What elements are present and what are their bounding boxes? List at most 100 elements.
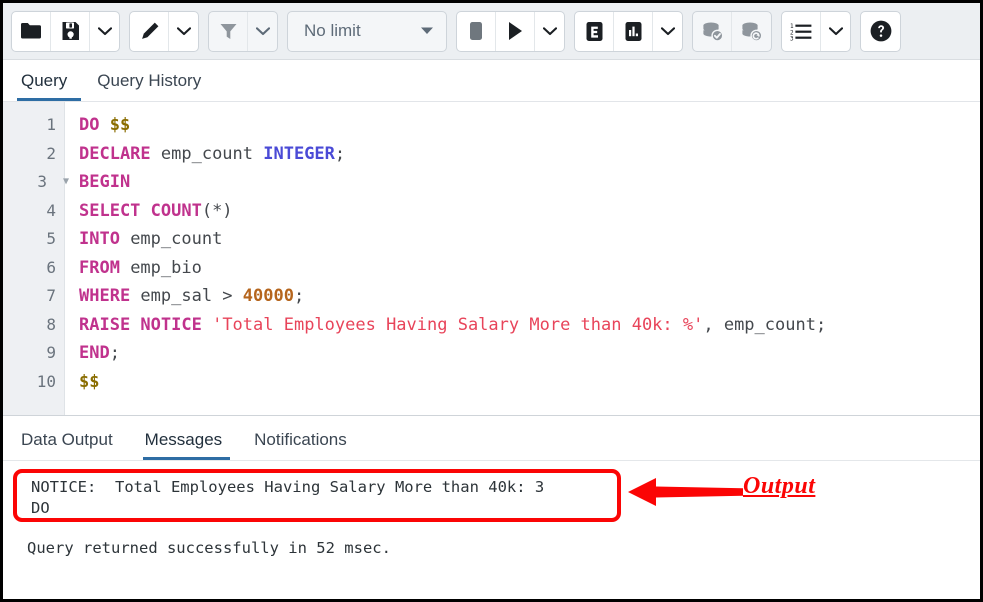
rollback-button[interactable] [732,12,771,51]
transaction-button-group [692,11,772,52]
save-file-button[interactable] [51,12,90,51]
tab-query-history[interactable]: Query History [93,68,215,101]
tab-data-output[interactable]: Data Output [19,427,121,460]
line-number-2: 2 [3,140,64,169]
left-arrow-annotation-icon [628,475,743,509]
tab-query-label: Query [21,71,67,90]
tab-notifications-label: Notifications [254,430,347,449]
token-kw: RAISE NOTICE [79,315,202,335]
sql-code-area[interactable]: DO $$DECLARE emp_count INTEGER;BEGINSELE… [65,102,980,415]
explain-options-caret[interactable] [653,12,682,51]
macros-caret[interactable] [821,12,850,51]
commit-button[interactable] [693,12,732,51]
edit-options-caret[interactable] [169,12,198,51]
edit-button[interactable] [130,12,169,51]
code-line-9: END; [79,339,980,368]
chevron-down-icon [98,27,112,36]
tab-query[interactable]: Query [17,68,81,101]
token-pun [202,315,212,335]
output-annotation-label: Output [743,473,815,500]
file-button-group [11,11,120,52]
line-number-1: 1 [3,111,64,140]
execute-button-group [456,11,565,52]
pgadmin-query-tool-window: No limit [0,0,983,602]
line-number-4: 4 [3,197,64,226]
code-line-6: FROM emp_bio [79,254,980,283]
code-line-10: $$ [79,368,980,397]
token-id: emp_sal > [130,286,243,306]
stop-button[interactable] [457,12,496,51]
explain-analyze-chart-icon [624,21,643,42]
macros-button-group: 1 2 3 [781,11,851,52]
line-number-5: 5 [3,225,64,254]
save-options-caret[interactable] [90,12,119,51]
filter-button[interactable] [209,12,248,51]
tab-messages[interactable]: Messages [143,427,230,460]
code-line-2: DECLARE emp_count INTEGER; [79,140,980,169]
floppy-save-icon [61,21,80,41]
tab-notifications[interactable]: Notifications [252,427,355,460]
tab-messages-label: Messages [145,430,222,449]
database-rollback-icon [740,21,763,42]
code-line-3: BEGIN [79,168,980,197]
output-tabstrip: Data Output Messages Notifications [3,416,980,461]
edit-button-group [129,11,199,52]
token-kw: INTO [79,229,120,249]
token-kw: BEGIN [79,172,130,192]
filter-options-caret[interactable] [248,12,277,51]
tab-query-history-label: Query History [97,71,201,90]
line-number-9: 9 [3,339,64,368]
token-kw: FROM [79,258,120,278]
query-tool-toolbar: No limit [3,3,980,60]
line-number-7: 7 [3,282,64,311]
token-pun: (*) [202,201,233,221]
filter-button-group [208,11,278,52]
token-pun [99,115,109,135]
chevron-down-icon [256,27,270,36]
token-id: emp_count [151,144,264,164]
explain-e-icon [585,21,604,42]
notice-output-highlight-box: NOTICE: Total Employees Having Salary Mo… [13,469,621,522]
line-number-3: 3▼ [3,168,64,197]
svg-text:3: 3 [790,35,794,40]
code-line-4: SELECT COUNT(*) [79,197,980,226]
chevron-down-icon [177,27,191,36]
token-kw: END [79,343,110,363]
explain-analyze-button[interactable] [614,12,653,51]
question-circle-icon [869,19,893,43]
token-kw: SELECT COUNT [79,201,202,221]
open-file-button[interactable] [12,12,51,51]
execute-options-caret[interactable] [535,12,564,51]
token-kw: DO [79,115,99,135]
execute-button[interactable] [496,12,535,51]
code-fold-triangle-icon[interactable]: ▼ [63,168,69,197]
token-dol: $$ [79,372,99,392]
help-button[interactable] [861,12,900,51]
command-tag-line: DO [31,498,617,519]
sql-editor[interactable]: 123▼45678910 DO $$DECLARE emp_count INTE… [3,102,980,415]
row-limit-select[interactable]: No limit [287,11,447,52]
notice-message-line: NOTICE: Total Employees Having Salary Mo… [31,477,617,498]
chevron-down-icon [661,27,675,36]
token-id: emp_count [120,229,222,249]
funnel-icon [219,22,238,41]
folder-icon [20,22,42,40]
query-tabstrip: Query Query History [3,60,980,102]
messages-panel[interactable]: NOTICE: Total Employees Having Salary Mo… [3,461,980,602]
editor-line-number-gutter: 123▼45678910 [3,102,65,415]
token-dol: $$ [110,115,130,135]
code-line-1: DO $$ [79,111,980,140]
token-str: 'Total Employees Having Salary More than… [212,315,703,335]
token-pun: ; [110,343,120,363]
line-number-6: 6 [3,254,64,283]
code-line-8: RAISE NOTICE 'Total Employees Having Sal… [79,311,980,340]
code-line-5: INTO emp_count [79,225,980,254]
macros-button[interactable]: 1 2 3 [782,12,821,51]
explain-button[interactable] [575,12,614,51]
token-kw: DECLARE [79,144,151,164]
query-result-status: Query returned successfully in 52 msec. [27,539,391,557]
line-number-10: 10 [3,368,64,397]
stop-square-icon [467,21,485,41]
token-id: emp_bio [120,258,202,278]
chevron-down-icon [829,27,843,36]
